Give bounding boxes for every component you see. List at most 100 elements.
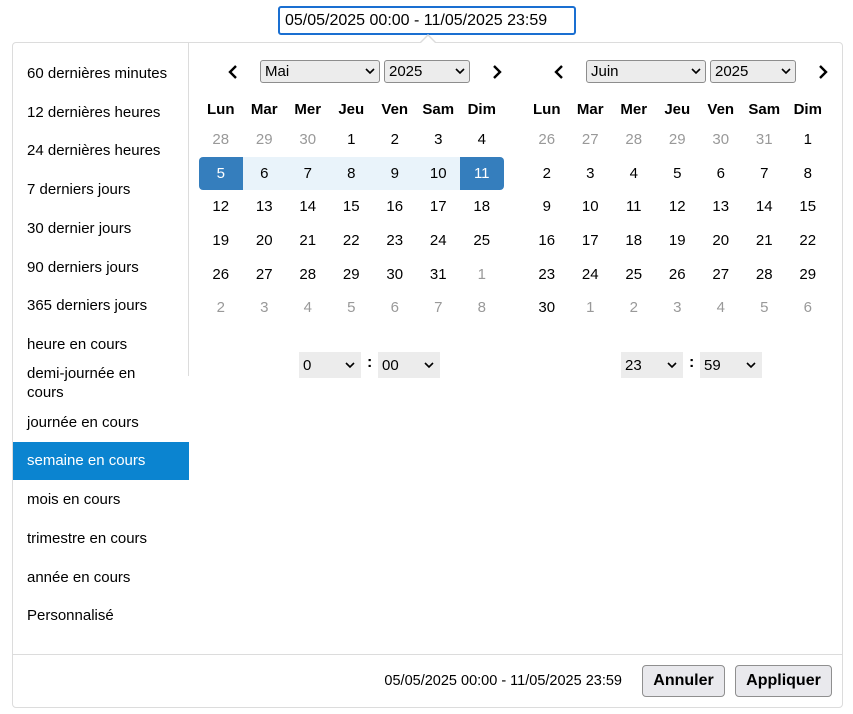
calendar-day[interactable]: 16 xyxy=(373,190,417,224)
range-item[interactable]: 30 dernier jours xyxy=(13,209,189,248)
calendar-day[interactable]: 22 xyxy=(786,224,830,258)
calendar-day[interactable]: 3 xyxy=(417,123,461,157)
calendar-day[interactable]: 2 xyxy=(199,291,243,325)
calendar-day[interactable]: 1 xyxy=(330,123,374,157)
calendar-day[interactable]: 3 xyxy=(243,291,287,325)
calendar-day[interactable]: 4 xyxy=(460,123,504,157)
month-select[interactable]: Mai xyxy=(260,60,380,83)
apply-button[interactable]: Appliquer xyxy=(735,665,832,697)
calendar-day[interactable]: 4 xyxy=(699,291,743,325)
calendar-day[interactable]: 17 xyxy=(417,190,461,224)
calendar-day[interactable]: 5 xyxy=(656,157,700,191)
calendar-day[interactable]: 4 xyxy=(612,157,656,191)
range-item[interactable]: 7 derniers jours xyxy=(13,170,189,209)
calendar-day[interactable]: 12 xyxy=(656,190,700,224)
calendar-day[interactable]: 25 xyxy=(612,257,656,291)
calendar-day[interactable]: 1 xyxy=(460,257,504,291)
calendar-day[interactable]: 5 xyxy=(199,156,243,191)
date-range-input[interactable] xyxy=(278,6,576,35)
calendar-day[interactable]: 4 xyxy=(286,291,330,325)
calendar-day[interactable]: 5 xyxy=(330,291,374,325)
range-item[interactable]: demi-journée en cours xyxy=(13,364,189,403)
calendar-day[interactable]: 6 xyxy=(699,157,743,191)
calendar-day[interactable]: 12 xyxy=(199,190,243,224)
range-item[interactable]: semaine en cours xyxy=(13,441,189,481)
calendar-day[interactable]: 3 xyxy=(569,157,613,191)
calendar-day[interactable]: 31 xyxy=(743,123,787,157)
calendar-day[interactable]: 27 xyxy=(699,257,743,291)
calendar-day[interactable]: 21 xyxy=(286,224,330,258)
calendar-day[interactable]: 16 xyxy=(525,224,569,258)
month-select[interactable]: Juin xyxy=(586,60,706,83)
calendar-day[interactable]: 28 xyxy=(612,123,656,157)
calendar-day[interactable]: 1 xyxy=(569,291,613,325)
calendar-day[interactable]: 10 xyxy=(569,190,613,224)
calendar-day[interactable]: 8 xyxy=(460,291,504,325)
calendar-day[interactable]: 3 xyxy=(656,291,700,325)
calendar-day[interactable]: 7 xyxy=(286,156,330,191)
calendar-day[interactable]: 13 xyxy=(699,190,743,224)
calendar-day[interactable]: 28 xyxy=(199,123,243,157)
calendar-day[interactable]: 8 xyxy=(329,156,373,191)
calendar-day[interactable]: 11 xyxy=(460,156,504,191)
calendar-day[interactable]: 23 xyxy=(525,257,569,291)
calendar-day[interactable]: 7 xyxy=(743,157,787,191)
calendar-day[interactable]: 26 xyxy=(199,257,243,291)
calendar-day[interactable]: 29 xyxy=(786,257,830,291)
calendar-day[interactable]: 6 xyxy=(242,156,286,191)
calendar-day[interactable]: 5 xyxy=(743,291,787,325)
calendar-day[interactable]: 10 xyxy=(416,156,460,191)
range-item[interactable]: 12 dernières heures xyxy=(13,93,189,132)
next-month-button[interactable] xyxy=(810,59,836,85)
calendar-day[interactable]: 6 xyxy=(786,291,830,325)
calendar-day[interactable]: 22 xyxy=(330,224,374,258)
range-item[interactable]: journée en cours xyxy=(13,403,189,442)
calendar-day[interactable]: 2 xyxy=(373,123,417,157)
calendar-day[interactable]: 25 xyxy=(460,224,504,258)
calendar-day[interactable]: 30 xyxy=(699,123,743,157)
calendar-day[interactable]: 19 xyxy=(656,224,700,258)
range-item[interactable]: heure en cours xyxy=(13,325,189,364)
start-hour-select[interactable]: 0 xyxy=(299,352,361,378)
calendar-day[interactable]: 30 xyxy=(373,257,417,291)
end-minute-select[interactable]: 59 xyxy=(700,352,762,378)
calendar-day[interactable]: 29 xyxy=(656,123,700,157)
calendar-day[interactable]: 9 xyxy=(525,190,569,224)
calendar-day[interactable]: 30 xyxy=(286,123,330,157)
calendar-day[interactable]: 1 xyxy=(786,123,830,157)
range-item[interactable]: trimestre en cours xyxy=(13,519,189,558)
range-item[interactable]: année en cours xyxy=(13,558,189,597)
range-item[interactable]: 60 dernières minutes xyxy=(13,54,189,93)
range-item[interactable]: Personnalisé xyxy=(13,597,189,636)
calendar-day[interactable]: 14 xyxy=(743,190,787,224)
year-select[interactable]: 2025 xyxy=(384,60,470,83)
prev-month-button[interactable] xyxy=(220,59,246,85)
range-item[interactable]: mois en cours xyxy=(13,480,189,519)
end-hour-select[interactable]: 23 xyxy=(621,352,683,378)
year-select[interactable]: 2025 xyxy=(710,60,796,83)
calendar-day[interactable]: 24 xyxy=(417,224,461,258)
calendar-day[interactable]: 30 xyxy=(525,291,569,325)
calendar-day[interactable]: 28 xyxy=(286,257,330,291)
calendar-day[interactable]: 29 xyxy=(243,123,287,157)
calendar-day[interactable]: 23 xyxy=(373,224,417,258)
range-item[interactable]: 90 derniers jours xyxy=(13,248,189,287)
calendar-day[interactable]: 27 xyxy=(243,257,287,291)
calendar-day[interactable]: 11 xyxy=(612,190,656,224)
calendar-day[interactable]: 14 xyxy=(286,190,330,224)
calendar-day[interactable]: 7 xyxy=(417,291,461,325)
calendar-day[interactable]: 2 xyxy=(525,157,569,191)
calendar-day[interactable]: 19 xyxy=(199,224,243,258)
calendar-day[interactable]: 31 xyxy=(417,257,461,291)
calendar-day[interactable]: 2 xyxy=(612,291,656,325)
calendar-day[interactable]: 26 xyxy=(656,257,700,291)
cancel-button[interactable]: Annuler xyxy=(642,665,725,697)
calendar-day[interactable]: 15 xyxy=(330,190,374,224)
calendar-day[interactable]: 6 xyxy=(373,291,417,325)
calendar-day[interactable]: 21 xyxy=(743,224,787,258)
prev-month-button[interactable] xyxy=(546,59,572,85)
calendar-day[interactable]: 20 xyxy=(243,224,287,258)
start-minute-select[interactable]: 00 xyxy=(378,352,440,378)
next-month-button[interactable] xyxy=(484,59,510,85)
calendar-day[interactable]: 8 xyxy=(786,157,830,191)
